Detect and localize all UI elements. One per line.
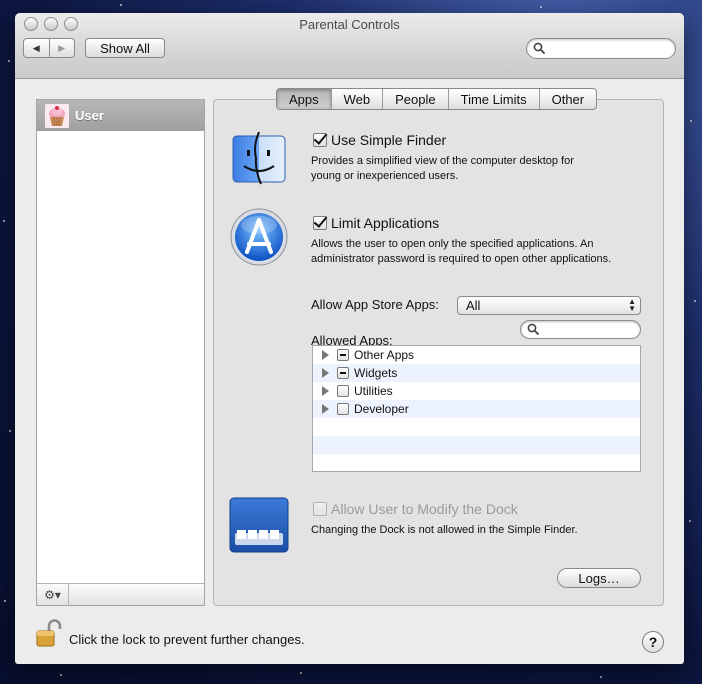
tab-web[interactable]: Web [330, 89, 383, 109]
preferences-search-field[interactable] [526, 38, 676, 59]
user-name: User [75, 108, 104, 123]
tab-other[interactable]: Other [538, 89, 597, 109]
empty-row [313, 436, 640, 454]
use-simple-finder-label: Use Simple Finder [331, 132, 447, 148]
empty-row [313, 454, 640, 471]
app-store-icon [230, 208, 288, 266]
limit-applications-description: Allows the user to open only the specifi… [311, 237, 611, 267]
title-bar: Parental Controls ◀ ▶ Show All [15, 13, 684, 79]
user-list-footer: ⚙▾ [37, 583, 204, 605]
search-icon [533, 42, 545, 54]
list-item[interactable]: Widgets [313, 364, 640, 382]
list-item-checkbox[interactable] [337, 385, 349, 397]
parental-controls-window: Parental Controls ◀ ▶ Show All User ⚙▾ A… [15, 13, 684, 664]
app-store-apps-label: Allow App Store Apps: [311, 297, 439, 312]
show-all-button[interactable]: Show All [85, 38, 165, 58]
help-button[interactable]: ? [642, 631, 664, 653]
list-item-checkbox[interactable] [337, 349, 349, 361]
list-item-checkbox[interactable] [337, 403, 349, 415]
dock-icon [229, 497, 289, 553]
list-item[interactable]: Developer [313, 400, 640, 418]
app-store-apps-popup[interactable]: All ▲ ▼ [457, 296, 641, 315]
unlocked-lock-icon[interactable] [35, 619, 63, 649]
use-simple-finder-checkbox[interactable] [313, 133, 327, 147]
list-item-label: Developer [354, 402, 409, 416]
search-icon [527, 323, 539, 335]
list-item-label: Utilities [354, 384, 393, 398]
simple-finder-desc-line2: young or inexperienced users. [311, 170, 459, 182]
tab-bar: Apps Web People Time Limits Other [276, 88, 598, 110]
back-arrow-icon: ◀ [32, 42, 40, 53]
allowed-apps-search-input[interactable] [543, 322, 632, 336]
app-store-apps-value: All [466, 298, 481, 313]
empty-row [313, 418, 640, 436]
logs-button[interactable]: Logs… [557, 568, 641, 588]
disclosure-triangle-icon[interactable] [322, 386, 329, 396]
limit-applications-label: Limit Applications [331, 215, 440, 231]
tab-time-limits[interactable]: Time Limits [447, 89, 539, 109]
list-item-label: Widgets [354, 366, 398, 380]
user-list-item[interactable]: User [37, 100, 204, 131]
disclosure-triangle-icon[interactable] [322, 404, 329, 414]
back-button[interactable]: ◀ [24, 39, 49, 57]
list-item-label: Other Apps [354, 348, 415, 362]
allow-modify-dock-checkbox[interactable] [313, 502, 327, 516]
dock-description: Changing the Dock is not allowed in the … [311, 524, 578, 536]
tab-apps[interactable]: Apps [277, 89, 331, 109]
limit-apps-desc-line1: Allows the user to open only the specifi… [311, 238, 594, 250]
disclosure-triangle-icon[interactable] [322, 368, 329, 378]
allow-modify-dock-label: Allow User to Modify the Dock [331, 501, 518, 517]
back-forward-control: ◀ ▶ [23, 38, 75, 58]
forward-button[interactable]: ▶ [48, 39, 75, 57]
disclosure-triangle-icon[interactable] [322, 350, 329, 360]
allowed-apps-search-field[interactable] [520, 320, 641, 339]
gear-icon: ⚙▾ [44, 587, 61, 602]
lock-status-text: Click the lock to prevent further change… [69, 632, 305, 647]
forward-arrow-icon: ▶ [58, 42, 66, 53]
limit-applications-checkbox[interactable] [313, 216, 327, 230]
popup-arrows-icon: ▲ ▼ [628, 297, 636, 313]
allowed-apps-list: Other Apps Widgets Utilities Developer [312, 345, 641, 472]
list-item[interactable]: Other Apps [313, 346, 640, 364]
tab-people[interactable]: People [382, 89, 447, 109]
list-item[interactable]: Utilities [313, 382, 640, 400]
gear-menu-button[interactable]: ⚙▾ [37, 584, 69, 605]
user-list: User ⚙▾ [36, 99, 205, 606]
simple-finder-desc-line1: Provides a simplified view of the comput… [311, 155, 574, 167]
limit-apps-desc-line2: administrator password is required to op… [311, 253, 612, 265]
list-item-checkbox[interactable] [337, 367, 349, 379]
finder-icon [232, 131, 286, 185]
window-title: Parental Controls [299, 17, 400, 32]
simple-finder-description: Provides a simplified view of the comput… [311, 154, 574, 184]
cupcake-avatar-icon [45, 103, 69, 128]
preferences-search-input[interactable] [549, 41, 667, 55]
